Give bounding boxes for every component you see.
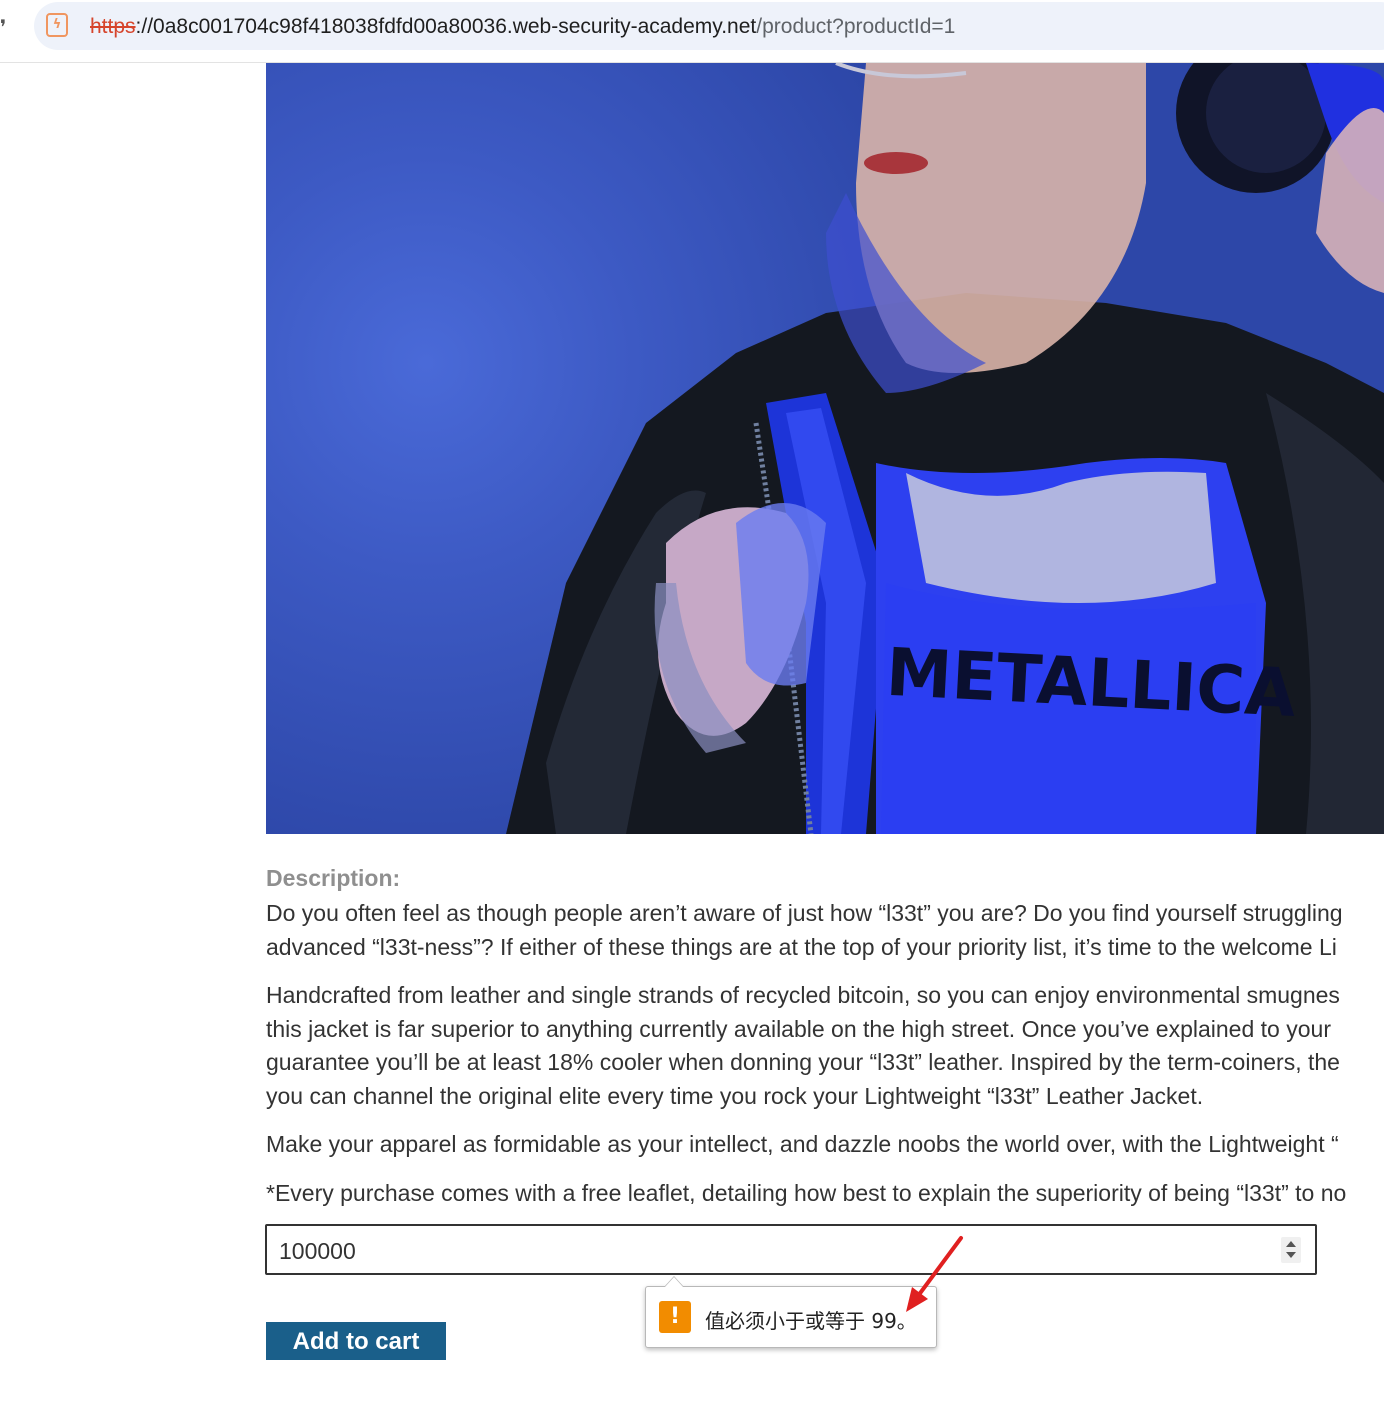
url-scheme: https (90, 15, 136, 38)
url-text[interactable]: https://0a8c001704c98f418038fdfd00a80036… (90, 14, 955, 40)
quantity-stepper[interactable] (1281, 1237, 1301, 1263)
description-line: guarantee you’ll be at least 18% cooler … (266, 1049, 1340, 1076)
stepper-up-icon[interactable] (1286, 1241, 1296, 1247)
description-line: advanced “l33t-ness”? If either of these… (266, 933, 1337, 960)
quantity-input[interactable]: 100000 (265, 1224, 1317, 1275)
not-secure-icon[interactable]: ϟ (46, 13, 68, 37)
description-paragraph-1: Do you often feel as though people aren’… (266, 897, 1384, 964)
validation-message: 值必须小于或等于 99。 (705, 1309, 917, 1333)
description-paragraph-3: Make your apparel as formidable as your … (266, 1128, 1384, 1162)
description-heading: Description: (266, 865, 401, 891)
warning-icon: ! (659, 1301, 691, 1333)
description-line: Do you often feel as though people aren’… (266, 900, 1343, 926)
browser-toolbar: ❜ ϟ https://0a8c001704c98f418038fdfd00a8… (0, 0, 1384, 63)
description-paragraph-2: Handcrafted from leather and single stra… (266, 979, 1384, 1113)
description-line: you can channel the original elite every… (266, 1082, 1204, 1109)
validation-tooltip: ! 值必须小于或等于 99。 (645, 1276, 937, 1348)
stepper-down-icon[interactable] (1286, 1252, 1296, 1258)
description-line: this jacket is far superior to anything … (266, 1015, 1331, 1042)
add-to-cart-button[interactable]: Add to cart (266, 1322, 446, 1360)
product-image: METALLICA (266, 63, 1384, 834)
reload-icon[interactable]: ❜ (0, 14, 6, 40)
description-paragraph-4: *Every purchase comes with a free leafle… (266, 1177, 1384, 1211)
description-line: Handcrafted from leather and single stra… (266, 982, 1340, 1008)
url-path: /product?productId=1 (756, 15, 956, 38)
description-line: Make your apparel as formidable as your … (266, 1131, 1339, 1157)
quantity-value: 100000 (279, 1238, 356, 1264)
tooltip-pointer (664, 1276, 684, 1287)
url-host: ://0a8c001704c98f418038fdfd00a80036.web-… (135, 15, 757, 38)
description-line: *Every purchase comes with a free leafle… (266, 1180, 1347, 1206)
